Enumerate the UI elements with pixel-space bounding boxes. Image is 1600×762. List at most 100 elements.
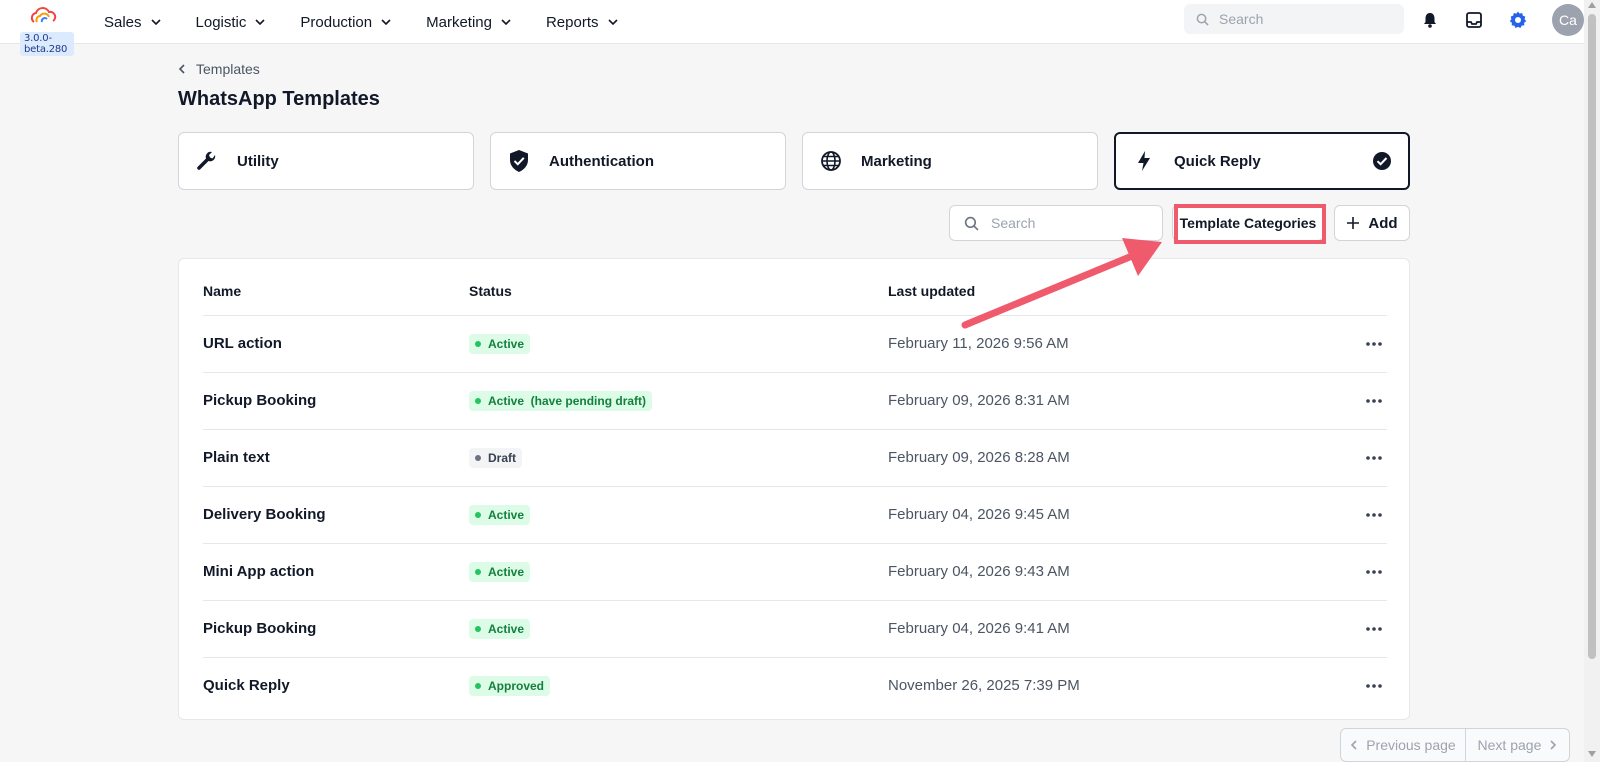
table-row[interactable]: Quick Reply Approved November 26, 2025 7… (203, 658, 1387, 715)
category-label: Marketing (861, 152, 932, 170)
chevron-right-icon (1550, 740, 1557, 750)
status-badge: Active (have pending draft) (469, 391, 653, 411)
row-name: Mini App action (203, 563, 315, 580)
table-row[interactable]: Plain text Draft February 09, 2026 8:28 … (203, 430, 1387, 487)
row-name: Pickup Booking (203, 392, 317, 409)
chevron-down-icon (150, 19, 161, 26)
table-row[interactable]: Pickup Booking Active (have pending draf… (203, 373, 1387, 430)
category-label: Authentication (549, 152, 654, 170)
chevron-down-icon (607, 19, 618, 26)
row-name: Pickup Booking (203, 620, 317, 637)
row-date: February 04, 2026 9:41 AM (888, 620, 1070, 637)
status-badge: Active (469, 334, 531, 354)
scroll-up-arrow-icon[interactable] (1588, 2, 1596, 8)
chevron-left-icon (178, 64, 185, 74)
previous-page-label: Previous page (1366, 737, 1456, 753)
next-page-label: Next page (1477, 737, 1542, 753)
gear-icon[interactable] (1507, 9, 1529, 31)
breadcrumb[interactable]: Templates (178, 61, 260, 77)
check-circle-icon (1372, 151, 1392, 175)
page-scrollbar[interactable] (1584, 0, 1600, 762)
app-logo[interactable]: 3.0.0-beta.280 (14, 6, 74, 56)
nav-item-production[interactable]: Production (300, 14, 392, 31)
nav-item-label: Sales (104, 13, 142, 31)
header-name: Name (203, 283, 242, 299)
nav-item-label: Logistic (195, 13, 247, 31)
wrench-icon (195, 149, 219, 173)
nav-item-label: Reports (545, 13, 599, 31)
more-horizontal-icon[interactable] (1364, 505, 1384, 525)
templates-table: Name Status Last updated URL action Acti… (178, 258, 1410, 720)
bell-icon[interactable] (1419, 9, 1441, 31)
version-badge: 3.0.0-beta.280 (20, 32, 74, 56)
row-date: November 26, 2025 7:39 PM (888, 677, 1080, 694)
scroll-thumb[interactable] (1588, 14, 1596, 659)
row-name: Delivery Booking (203, 506, 326, 523)
next-page-button[interactable]: Next page (1466, 729, 1569, 761)
row-date: February 04, 2026 9:45 AM (888, 506, 1070, 523)
chevron-left-icon (1351, 740, 1357, 750)
annotation-highlight-box (1174, 204, 1326, 244)
previous-page-button[interactable]: Previous page (1341, 729, 1466, 761)
cloud-logo-icon (30, 7, 57, 23)
global-search-placeholder: Search (1219, 11, 1264, 27)
more-horizontal-icon[interactable] (1364, 334, 1384, 354)
status-badge: Approved (469, 676, 551, 696)
more-horizontal-icon[interactable] (1364, 391, 1384, 411)
status-badge: Active (469, 562, 531, 582)
top-navbar: 3.0.0-beta.280 Sales Logistic Production… (0, 0, 1584, 56)
global-search-input[interactable]: Search (1184, 4, 1404, 34)
row-date: February 09, 2026 8:28 AM (888, 449, 1070, 466)
more-horizontal-icon[interactable] (1364, 676, 1384, 696)
main-menu: Sales Logistic Production Marketing Repo… (104, 0, 653, 44)
row-name: URL action (203, 335, 282, 352)
shield-check-icon (507, 149, 531, 173)
status-badge: Active (469, 505, 531, 525)
plus-icon (1347, 217, 1360, 229)
category-label: Quick Reply (1174, 152, 1261, 170)
status-badge: Active (469, 619, 531, 639)
nav-item-label: Production (300, 13, 373, 31)
template-search-input[interactable]: Search (949, 205, 1163, 241)
status-badge: Draft (469, 448, 523, 468)
header-status: Status (469, 283, 512, 299)
row-date: February 09, 2026 8:31 AM (888, 392, 1070, 409)
row-name: Quick Reply (203, 677, 290, 694)
more-horizontal-icon[interactable] (1364, 619, 1384, 639)
template-search-placeholder: Search (991, 215, 1036, 231)
category-card-marketing[interactable]: Marketing (802, 132, 1098, 190)
scroll-down-arrow-icon[interactable] (1588, 751, 1596, 757)
row-date: February 04, 2026 9:43 AM (888, 563, 1070, 580)
row-name: Plain text (203, 449, 270, 466)
nav-item-sales[interactable]: Sales (104, 14, 162, 31)
table-row[interactable]: URL action Active February 11, 2026 9:56… (203, 316, 1387, 373)
table-row[interactable]: Pickup Booking Active February 04, 2026 … (203, 601, 1387, 658)
add-button-label: Add (1368, 214, 1398, 232)
category-card-quick-reply[interactable]: Quick Reply (1114, 132, 1410, 190)
chevron-down-icon (255, 19, 265, 26)
category-card-authentication[interactable]: Authentication (490, 132, 786, 190)
category-label: Utility (237, 152, 279, 170)
globe-icon (819, 149, 843, 173)
more-horizontal-icon[interactable] (1364, 562, 1384, 582)
nav-item-label: Marketing (426, 13, 492, 31)
inbox-icon[interactable] (1463, 9, 1485, 31)
chevron-down-icon (381, 19, 391, 26)
pagination: Previous page Next page (1340, 728, 1570, 762)
nav-item-logistic[interactable]: Logistic (196, 14, 267, 31)
search-icon (1196, 13, 1209, 26)
row-date: February 11, 2026 9:56 AM (888, 335, 1069, 352)
header-last-updated: Last updated (888, 283, 976, 299)
chevron-down-icon (501, 19, 511, 26)
table-row[interactable]: Delivery Booking Active February 04, 202… (203, 487, 1387, 544)
table-header: Name Status Last updated (203, 259, 1387, 316)
nav-item-reports[interactable]: Reports (546, 14, 619, 31)
add-button[interactable]: Add (1334, 205, 1410, 241)
breadcrumb-label: Templates (196, 61, 260, 77)
table-row[interactable]: Mini App action Active February 04, 2026… (203, 544, 1387, 601)
category-card-utility[interactable]: Utility (178, 132, 474, 190)
more-horizontal-icon[interactable] (1364, 448, 1384, 468)
bolt-icon (1132, 149, 1156, 173)
avatar[interactable]: Ca (1552, 4, 1584, 36)
nav-item-marketing[interactable]: Marketing (426, 14, 512, 31)
